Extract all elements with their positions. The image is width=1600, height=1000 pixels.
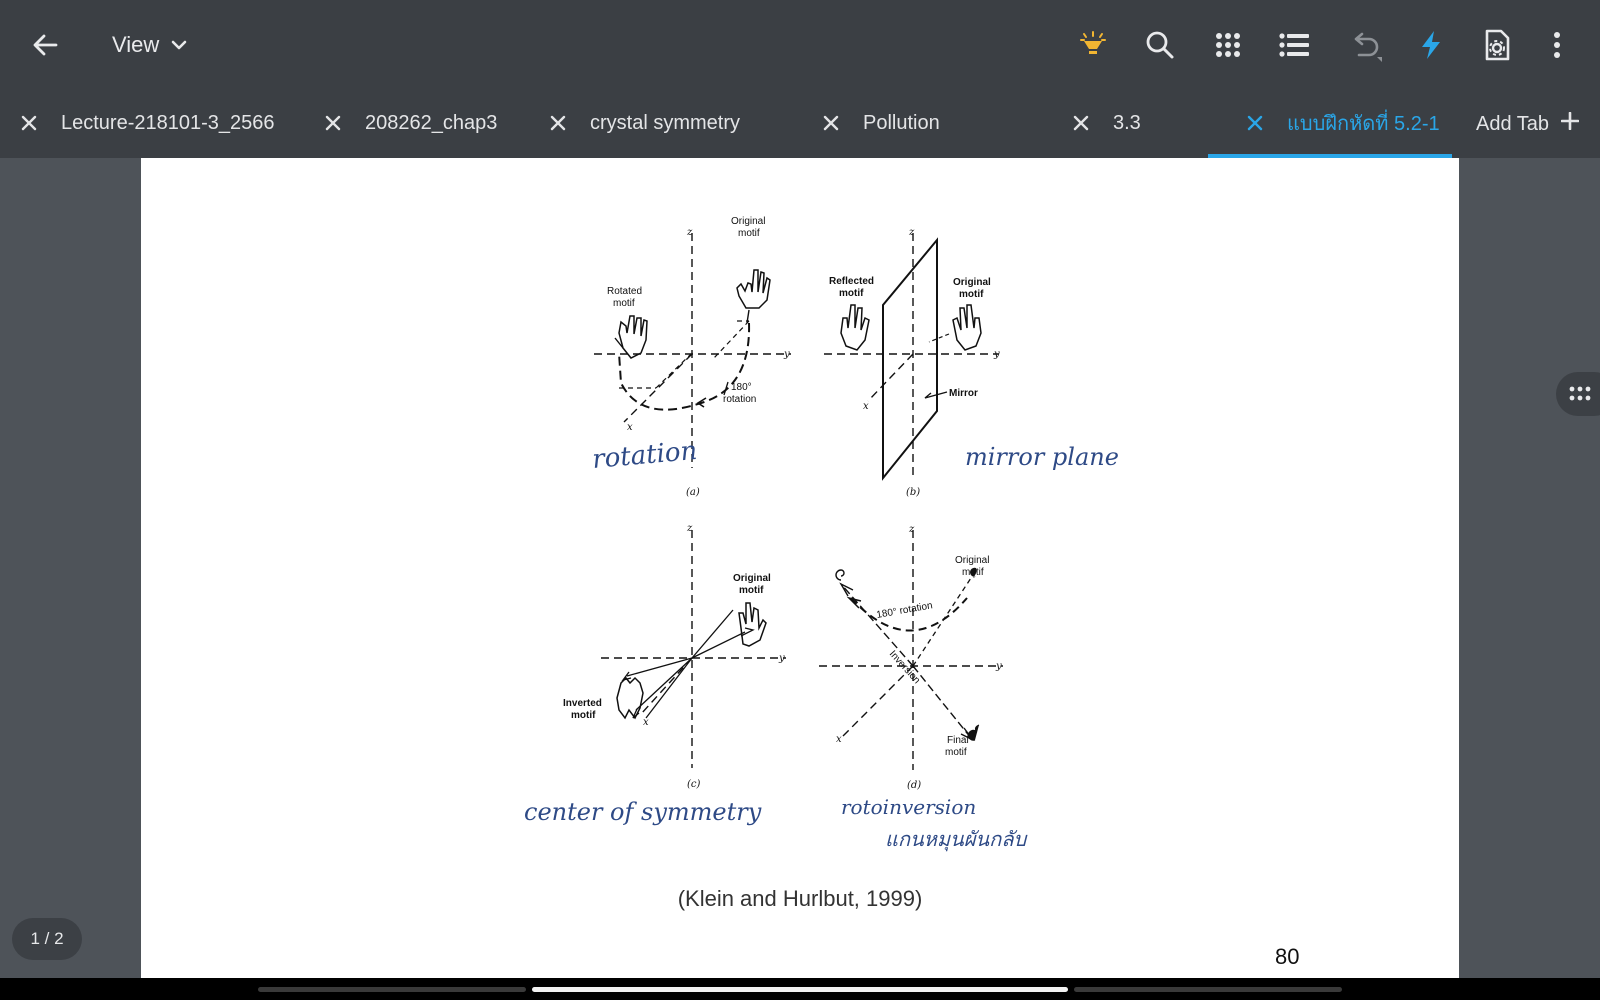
close-icon[interactable] — [1069, 111, 1093, 135]
axis-x-b: x — [863, 401, 869, 412]
page-number: 80 — [1275, 944, 1300, 969]
more-vert-icon[interactable] — [1540, 28, 1574, 62]
label-final-d1: Final — [947, 735, 969, 746]
close-icon[interactable] — [17, 111, 41, 135]
undo-icon[interactable] — [1348, 28, 1384, 64]
panel-b — [824, 233, 999, 481]
tab-label: 208262_chap3 — [365, 111, 498, 134]
plus-icon — [1560, 111, 1580, 136]
label-original-d2: motif — [962, 567, 984, 578]
tab-crystal-symmetry[interactable]: crystal symmetry — [546, 90, 740, 156]
page-indicator[interactable]: 1 / 2 — [12, 918, 82, 960]
handwritten-rotoinversion: rotoinversion — [841, 795, 976, 819]
axis-z-c: z — [686, 523, 693, 534]
tab-208262[interactable]: 208262_chap3 — [321, 90, 497, 156]
label-original-c2: motif — [739, 585, 764, 596]
tab-label: Pollution — [863, 111, 940, 134]
lightbulb-icon[interactable] — [1076, 28, 1110, 62]
label-inverted-c1: Inverted — [563, 698, 602, 709]
handwritten-thai-note: แกนหมุนผันกลับ — [885, 827, 1028, 852]
label-reflected-b2: motif — [839, 288, 864, 299]
label-rotation-a: rotation — [723, 394, 756, 405]
label-original-d1: Original — [955, 555, 989, 566]
axis-y-a: y — [783, 349, 790, 360]
axis-z-a: z — [686, 227, 693, 238]
handwritten-rotation: rotation — [591, 436, 698, 475]
nav-segment-left — [258, 987, 526, 992]
tab-label: แบบฝึกหัดที่ 5.2-1 — [1287, 113, 1440, 135]
back-arrow-icon[interactable] — [28, 28, 62, 62]
axis-y-d: y — [995, 661, 1002, 672]
axis-z-b: z — [908, 227, 915, 238]
label-180-rotation-d: 180° rotation — [876, 600, 934, 621]
tab-exercise-5-2-1[interactable]: แบบฝึกหัดที่ 5.2-1 — [1243, 90, 1440, 156]
label-mirror-b: Mirror — [949, 388, 978, 399]
document-settings-icon[interactable] — [1480, 28, 1514, 62]
label-original-a1: Original — [731, 216, 765, 227]
list-icon[interactable] — [1278, 28, 1312, 62]
handwritten-center-of-symmetry: center of symmetry — [524, 798, 762, 826]
close-icon[interactable] — [546, 111, 570, 135]
label-inversion-d: Inversion — [887, 649, 922, 687]
nav-segment-right — [1074, 987, 1342, 992]
panel-a — [594, 233, 791, 468]
tab-label: Lecture-218101-3_2566 — [61, 111, 275, 134]
label-reflected-b1: Reflected — [829, 276, 874, 287]
close-icon[interactable] — [321, 111, 345, 135]
axis-y-c: y — [778, 653, 785, 664]
label-rotated-a1: Rotated — [607, 286, 642, 297]
tab-pollution[interactable]: Pollution — [819, 90, 940, 156]
tab-3-3[interactable]: 3.3 — [1069, 90, 1141, 156]
close-icon[interactable] — [1243, 111, 1267, 135]
grid-icon[interactable] — [1211, 28, 1245, 62]
chevron-down-icon — [171, 40, 187, 50]
axis-z-d: z — [908, 524, 915, 535]
label-rotated-a2: motif — [613, 298, 635, 309]
nav-gesture-handle[interactable] — [532, 987, 1068, 992]
view-menu[interactable]: View — [112, 30, 189, 60]
label-180-a: 180° — [731, 382, 752, 393]
handwritten-mirror-plane: mirror plane — [965, 443, 1119, 471]
label-original-b2: motif — [959, 289, 984, 300]
symmetry-figure: z y x Original motif Rotated motif 180° … — [524, 216, 1119, 852]
add-tab-label: Add Tab — [1476, 112, 1550, 135]
caption-b: (b) — [906, 487, 920, 498]
caption-d: (d) — [907, 780, 921, 791]
label-inverted-c2: motif — [571, 710, 596, 721]
axis-x-a: x — [627, 422, 633, 433]
tab-label: 3.3 — [1113, 111, 1141, 134]
panel-c — [601, 530, 786, 768]
pdf-page: z y x Original motif Rotated motif 180° … — [141, 158, 1459, 978]
label-original-a2: motif — [738, 228, 760, 239]
axis-y-b: y — [993, 349, 1000, 360]
motif-final-d — [967, 724, 980, 741]
label-original-b1: Original — [953, 277, 991, 288]
tab-label: crystal symmetry — [590, 111, 740, 134]
search-icon[interactable] — [1143, 28, 1177, 62]
side-panel-handle[interactable] — [1556, 372, 1600, 416]
label-original-c1: Original — [733, 573, 771, 584]
side-handle-icon — [1569, 386, 1591, 401]
caption-c: (c) — [687, 779, 701, 790]
close-icon[interactable] — [819, 111, 843, 135]
lightning-icon[interactable] — [1414, 28, 1448, 62]
add-tab-button[interactable]: Add Tab — [1476, 106, 1580, 142]
view-label: View — [112, 32, 160, 57]
caption-a: (a) — [686, 487, 700, 498]
label-final-d2: motif — [945, 747, 967, 758]
axis-x-d: x — [836, 734, 842, 745]
figure-citation: (Klein and Hurlbut, 1999) — [677, 886, 923, 911]
axis-x-c: x — [643, 717, 649, 728]
tab-lecture[interactable]: Lecture-218101-3_2566 — [17, 90, 275, 156]
